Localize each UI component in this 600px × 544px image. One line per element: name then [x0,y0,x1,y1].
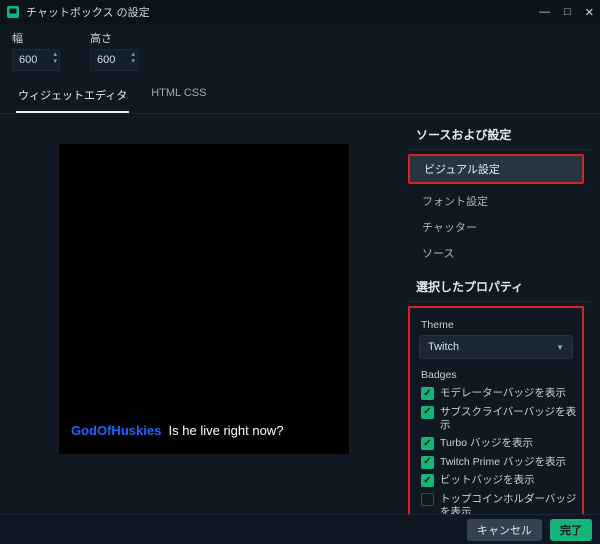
window-maximize[interactable]: □ [564,6,571,19]
side-panel: ソースおよび設定 ビジュアル設定 フォント設定 チャッター ソース 選択したプロ… [408,114,600,514]
width-spinner[interactable]: 600 ▴▾ [12,49,60,71]
badges-label: Badges [421,369,579,381]
done-button[interactable]: 完了 [550,519,592,541]
spinner-arrows-icon: ▴▾ [131,51,135,65]
nav-visual-settings[interactable]: ビジュアル設定 [410,156,582,182]
tab-html-css[interactable]: HTML CSS [149,79,208,113]
width-label: 幅 [12,34,60,45]
cancel-button[interactable]: キャンセル [467,519,542,541]
theme-value: Twitch [428,341,459,353]
main-area: GodOfHuskies Is he live right now? ソースおよ… [0,114,600,514]
height-spinner[interactable]: 600 ▴▾ [90,49,138,71]
checkbox-turbo-badge[interactable]: Turbo バッジを表示 [419,435,579,452]
height-value: 600 [97,54,115,66]
theme-select[interactable]: Twitch ▼ [419,335,573,359]
editor-tabs: ウィジェットエディタ HTML CSS [0,79,600,114]
preview-pane: GodOfHuskies Is he live right now? [0,114,408,514]
tab-widget-editor[interactable]: ウィジェットエディタ [16,79,129,113]
section-selected-properties: 選択したプロパティ [408,272,590,301]
chat-line: GodOfHuskies Is he live right now? [71,423,337,438]
chevron-down-icon: ▼ [556,343,564,352]
spinner-arrows-icon: ▴▾ [53,51,57,65]
nav-font-settings[interactable]: フォント設定 [408,188,590,214]
window-title: チャットボックス の設定 [26,4,150,20]
footer: キャンセル 完了 [0,514,600,544]
titlebar: チャットボックス の設定 — □ ✕ [0,0,600,24]
checkbox-prime-badge[interactable]: Twitch Prime バッジを表示 [419,454,579,471]
checkbox-moderator-badge[interactable]: モデレーターバッジを表示 [419,385,579,402]
nav-source[interactable]: ソース [408,240,590,266]
checkbox-bit-badge[interactable]: ビットバッジを表示 [419,472,579,489]
section-sources-settings: ソースおよび設定 [408,120,590,149]
window-close[interactable]: ✕ [585,6,594,19]
dimension-controls: 幅 600 ▴▾ 高さ 600 ▴▾ [0,24,600,77]
height-label: 高さ [90,34,138,45]
app-icon [6,5,20,19]
checkbox-topcoin-badge[interactable]: トップコインホルダーバッジを表示 [419,491,579,515]
width-value: 600 [19,54,37,66]
checkbox-subscriber-badge[interactable]: サブスクライバーバッジを表示 [419,404,579,434]
chat-message: Is he live right now? [169,423,284,438]
window-minimize[interactable]: — [539,6,550,19]
chat-preview: GodOfHuskies Is he live right now? [59,144,349,454]
nav-chatter[interactable]: チャッター [408,214,590,240]
chat-username: GodOfHuskies [71,423,161,438]
theme-label: Theme [421,319,579,331]
